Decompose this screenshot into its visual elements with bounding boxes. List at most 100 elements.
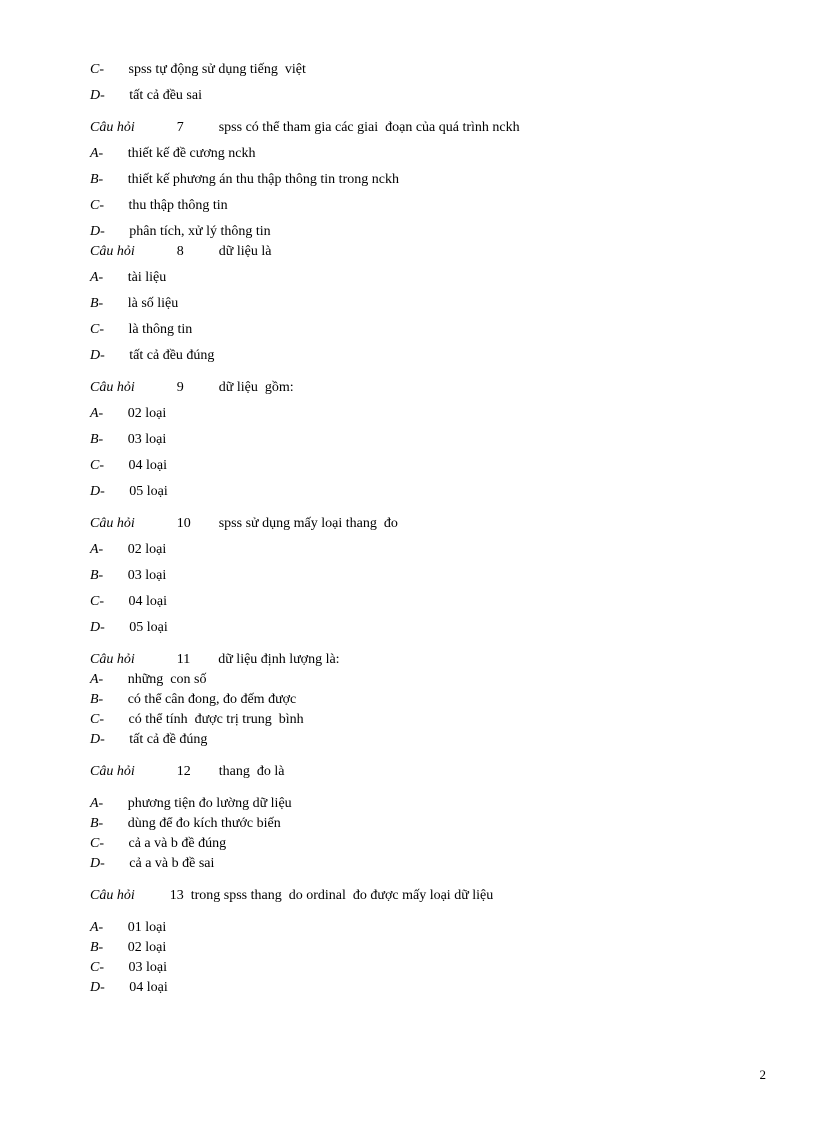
- question-label: Câu hỏi: [90, 516, 135, 531]
- option-line: B- có thể cân đong, đo đếm được: [90, 692, 726, 708]
- question-label: Câu hỏi: [90, 244, 135, 259]
- question-label: Câu hỏi: [90, 652, 135, 667]
- option-text: có thể tính được trị trung bình: [129, 712, 304, 727]
- question-number: 13: [170, 888, 184, 903]
- option-line: B- 03 loại: [90, 568, 726, 584]
- option-letter: A-: [90, 542, 103, 557]
- option-letter: D-: [90, 224, 105, 239]
- option-letter: B-: [90, 432, 103, 447]
- option-line: D- 05 loại: [90, 620, 726, 636]
- option-letter: C-: [90, 198, 104, 213]
- option-text: có thể cân đong, đo đếm được: [128, 692, 297, 707]
- option-text: thu thập thông tin: [129, 198, 228, 213]
- option-letter: D-: [90, 348, 105, 363]
- option-letter: B-: [90, 816, 103, 831]
- option-text: 02 loại: [128, 542, 167, 557]
- option-line: D- 04 loại: [90, 980, 726, 996]
- question-text: dữ liệu gồm:: [219, 380, 294, 395]
- option-letter: C-: [90, 594, 104, 609]
- question-number: 10: [177, 516, 191, 531]
- question-label: Câu hỏi: [90, 380, 135, 395]
- option-text: tất cả đều sai: [129, 88, 202, 103]
- option-letter: A-: [90, 146, 103, 161]
- question-text: spss có thể tham gia các giai đoạn của q…: [219, 120, 520, 135]
- option-line: C- 04 loại: [90, 594, 726, 610]
- option-line: C- cả a và b đề đúng: [90, 836, 726, 852]
- option-text: thiết kế phương án thu thập thông tin tr…: [128, 172, 399, 187]
- option-letter: C-: [90, 836, 104, 851]
- option-text: 03 loại: [128, 432, 167, 447]
- option-letter: C-: [90, 712, 104, 727]
- option-line: C- spss tự động sử dụng tiếng việt: [90, 62, 726, 78]
- option-line: D- 05 loại: [90, 484, 726, 500]
- question-number: 9: [177, 380, 184, 395]
- option-text: dùng để đo kích thước biến: [128, 816, 281, 831]
- question-text: dữ liệu định lượng là:: [218, 652, 339, 667]
- option-line: A- 02 loại: [90, 542, 726, 558]
- option-text: tất cả đều đúng: [129, 348, 214, 363]
- option-text: 03 loại: [128, 568, 167, 583]
- option-text: 02 loại: [128, 406, 167, 421]
- option-line: D- cả a và b đề sai: [90, 856, 726, 872]
- option-letter: B-: [90, 172, 103, 187]
- option-letter: B-: [90, 296, 103, 311]
- option-line: C- là thông tin: [90, 322, 726, 338]
- option-text: cả a và b đề sai: [129, 856, 214, 871]
- option-text: là thông tin: [129, 322, 193, 337]
- question-number: 11: [177, 652, 190, 667]
- option-text: 05 loại: [129, 484, 168, 499]
- option-text: 04 loại: [129, 594, 168, 609]
- option-text: phân tích, xử lý thông tin: [129, 224, 270, 239]
- option-letter: C-: [90, 62, 104, 77]
- question-label: Câu hỏi: [90, 764, 135, 779]
- document-page: C- spss tự động sử dụng tiếng việt D- tấ…: [0, 0, 816, 1040]
- option-line: C- thu thập thông tin: [90, 198, 726, 214]
- option-letter: A-: [90, 920, 103, 935]
- option-line: A- tài liệu: [90, 270, 726, 286]
- option-letter: A-: [90, 270, 103, 285]
- question-header: Câu hỏi 8 dữ liệu là: [90, 244, 726, 260]
- option-letter: C-: [90, 458, 104, 473]
- option-text: 01 loại: [128, 920, 167, 935]
- option-line: D- tất cả đều đúng: [90, 348, 726, 364]
- option-line: A- thiết kế đề cương nckh: [90, 146, 726, 162]
- question-header: Câu hỏi 11 dữ liệu định lượng là:: [90, 652, 726, 668]
- option-letter: D-: [90, 88, 105, 103]
- question-header: Câu hỏi 12 thang đo là: [90, 764, 726, 780]
- option-line: A- phương tiện đo lường dữ liệu: [90, 796, 726, 812]
- option-letter: C-: [90, 322, 104, 337]
- question-header: Câu hỏi 9 dữ liệu gồm:: [90, 380, 726, 396]
- question-text: spss sử dụng mấy loại thang đo: [219, 516, 398, 531]
- option-letter: B-: [90, 692, 103, 707]
- option-text: tài liệu: [128, 270, 167, 285]
- option-line: B- 02 loại: [90, 940, 726, 956]
- option-text: 04 loại: [129, 980, 168, 995]
- question-header: Câu hỏi 10 spss sử dụng mấy loại thang đ…: [90, 516, 726, 532]
- question-number: 8: [177, 244, 184, 259]
- option-line: B- 03 loại: [90, 432, 726, 448]
- option-text: 02 loại: [128, 940, 167, 955]
- option-letter: A-: [90, 796, 103, 811]
- option-text: spss tự động sử dụng tiếng việt: [129, 62, 306, 77]
- option-letter: D-: [90, 620, 105, 635]
- option-text: thiết kế đề cương nckh: [128, 146, 256, 161]
- option-line: B- là số liệu: [90, 296, 726, 312]
- option-text: tất cả đề đúng: [129, 732, 207, 747]
- option-letter: D-: [90, 732, 105, 747]
- option-letter: D-: [90, 484, 105, 499]
- option-text: 04 loại: [129, 458, 168, 473]
- option-letter: C-: [90, 960, 104, 975]
- option-line: C- 04 loại: [90, 458, 726, 474]
- option-letter: D-: [90, 980, 105, 995]
- option-letter: A-: [90, 672, 103, 687]
- question-header: Câu hỏi 13 trong spss thang do ordinal đ…: [90, 888, 726, 904]
- option-letter: D-: [90, 856, 105, 871]
- option-letter: A-: [90, 406, 103, 421]
- option-line: D- phân tích, xử lý thông tin: [90, 224, 726, 240]
- question-number: 12: [177, 764, 191, 779]
- option-text: cả a và b đề đúng: [129, 836, 227, 851]
- option-line: B- dùng để đo kích thước biến: [90, 816, 726, 832]
- option-line: C- 03 loại: [90, 960, 726, 976]
- option-text: 03 loại: [129, 960, 168, 975]
- option-line: D- tất cả đều sai: [90, 88, 726, 104]
